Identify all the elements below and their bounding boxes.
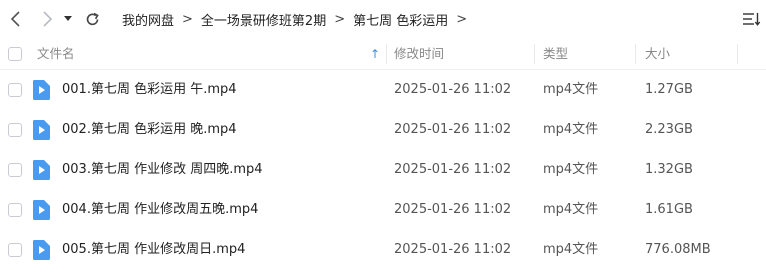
file-name[interactable]: 002.第七周 色彩运用 晚.mp4 (62, 110, 237, 150)
sort-menu-button[interactable] (741, 9, 761, 29)
column-header-modified[interactable]: 修改时间 (394, 38, 444, 70)
sort-list-icon (743, 13, 761, 26)
video-file-icon (33, 120, 50, 140)
breadcrumb: 我的网盘 > 全一场景研修班第2期 > 第七周 色彩运用 > (122, 0, 475, 38)
breadcrumb-separator[interactable]: > (456, 12, 467, 27)
file-type: mp4文件 (543, 242, 599, 257)
video-file-icon (33, 200, 50, 220)
video-file-icon (33, 240, 50, 260)
chevron-right-icon (43, 11, 53, 27)
file-name[interactable]: 005.第七周 作业修改周日.mp4 (62, 230, 245, 270)
history-dropdown-button[interactable] (60, 8, 76, 30)
file-type: mp4文件 (543, 122, 599, 137)
file-type: mp4文件 (543, 202, 599, 217)
forward-button[interactable] (36, 8, 58, 30)
row-checkbox[interactable] (8, 163, 22, 177)
file-type: mp4文件 (543, 162, 599, 177)
caret-down-icon (64, 16, 72, 21)
back-button[interactable] (5, 8, 27, 30)
file-size: 1.32GB (645, 162, 693, 177)
row-checkbox[interactable] (8, 203, 22, 217)
row-checkbox[interactable] (8, 83, 22, 97)
file-name[interactable]: 001.第七周 色彩运用 午.mp4 (62, 70, 237, 110)
select-all-checkbox[interactable] (8, 47, 22, 61)
column-divider[interactable] (635, 44, 636, 64)
file-size: 1.27GB (645, 82, 693, 97)
column-divider[interactable] (386, 44, 387, 64)
file-modified-time: 2025-01-26 11:02 (394, 242, 512, 257)
navigation-bar: 我的网盘 > 全一场景研修班第2期 > 第七周 色彩运用 > (0, 0, 766, 38)
file-row[interactable]: 005.第七周 作业修改周日.mp4 2025-01-26 11:02 mp4文… (0, 230, 766, 270)
row-checkbox[interactable] (8, 243, 22, 257)
file-size: 2.23GB (645, 122, 693, 137)
breadcrumb-separator: > (182, 11, 193, 27)
file-size: 776.08MB (645, 242, 711, 257)
refresh-button[interactable] (81, 8, 103, 30)
column-divider[interactable] (534, 44, 535, 64)
file-modified-time: 2025-01-26 11:02 (394, 162, 512, 177)
video-file-icon (33, 160, 50, 180)
breadcrumb-item-root[interactable]: 我的网盘 (122, 10, 174, 29)
file-type: mp4文件 (543, 82, 599, 97)
column-divider[interactable] (737, 44, 738, 64)
breadcrumb-separator: > (334, 11, 346, 27)
file-row[interactable]: 003.第七周 作业修改 周四晚.mp4 2025-01-26 11:02 mp… (0, 150, 766, 190)
file-name[interactable]: 004.第七周 作业修改周五晚.mp4 (62, 190, 258, 230)
breadcrumb-item-course[interactable]: 全一场景研修班第2期 (201, 10, 326, 29)
video-file-icon (33, 80, 50, 100)
file-row[interactable]: 001.第七周 色彩运用 午.mp4 2025-01-26 11:02 mp4文… (0, 70, 766, 110)
file-list: 001.第七周 色彩运用 午.mp4 2025-01-26 11:02 mp4文… (0, 70, 766, 270)
column-header-name[interactable]: 文件名 (37, 38, 75, 70)
column-header-size[interactable]: 大小 (645, 38, 670, 70)
file-size: 1.61GB (645, 202, 693, 217)
file-name[interactable]: 003.第七周 作业修改 周四晚.mp4 (62, 150, 263, 190)
refresh-icon (86, 12, 99, 25)
column-header-type[interactable]: 类型 (543, 38, 568, 70)
sort-ascending-icon[interactable]: ↑ (370, 38, 380, 70)
row-checkbox[interactable] (8, 123, 22, 137)
breadcrumb-item-current[interactable]: 第七周 色彩运用 (353, 10, 448, 29)
chevron-left-icon (10, 11, 20, 27)
file-modified-time: 2025-01-26 11:02 (394, 122, 512, 137)
file-row[interactable]: 002.第七周 色彩运用 晚.mp4 2025-01-26 11:02 mp4文… (0, 110, 766, 150)
file-modified-time: 2025-01-26 11:02 (394, 202, 512, 217)
file-row[interactable]: 004.第七周 作业修改周五晚.mp4 2025-01-26 11:02 mp4… (0, 190, 766, 230)
file-modified-time: 2025-01-26 11:02 (394, 82, 512, 97)
column-header-row: 文件名 ↑ 修改时间 类型 大小 (0, 38, 766, 70)
